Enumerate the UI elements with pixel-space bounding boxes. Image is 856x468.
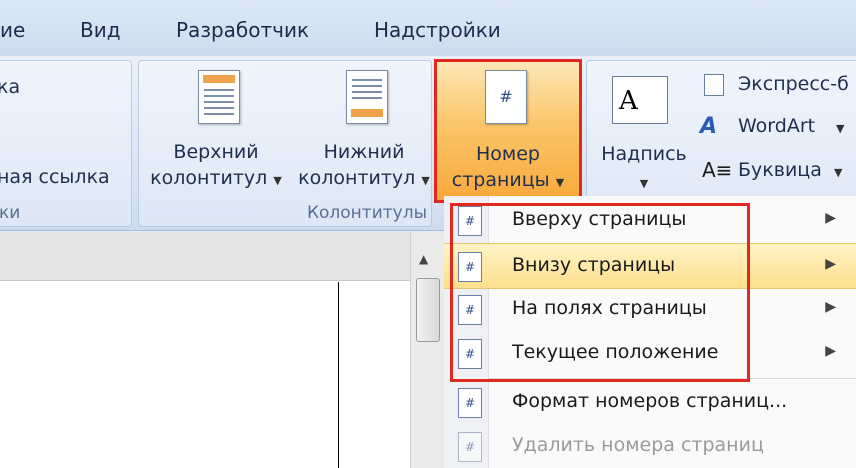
header-label-2-wrap: колонтитул ▼: [150, 166, 282, 193]
chevron-down-icon: ▼: [421, 174, 430, 187]
submenu-arrow-icon: ▶: [825, 343, 836, 359]
chevron-down-icon: ▼: [273, 174, 282, 187]
footer-label-1: Нижний: [323, 141, 405, 163]
submenu-arrow-icon: ▶: [825, 299, 836, 315]
chevron-down-icon: ▼: [836, 122, 845, 135]
wordart-label: WordArt: [738, 115, 816, 137]
quick-parts-button[interactable]: Экспресс-б: [704, 72, 856, 98]
cross-reference-button[interactable]: ная ссылка: [0, 165, 110, 189]
format-numbers-icon: #: [458, 388, 482, 418]
tab-insert[interactable]: ие: [0, 18, 25, 42]
tab-developer[interactable]: Разработчик: [176, 18, 309, 42]
ribbon-tab-strip: ие Вид Разработчик Надстройки: [0, 0, 856, 56]
footer-label-2-wrap: колонтитул ▼: [296, 166, 432, 193]
footer-icon: [346, 70, 388, 124]
textbox-icon: A: [612, 76, 668, 124]
page-number-icon: #: [485, 70, 527, 124]
chevron-down-icon: ▼: [555, 176, 565, 189]
textbox-button[interactable]: A Надпись ▼: [594, 66, 694, 194]
dropcap-button[interactable]: A≡ Буквица ▼: [702, 158, 856, 186]
highlight-frame: [450, 203, 750, 382]
scroll-thumb[interactable]: [416, 278, 440, 342]
footer-label-2: колонтитул: [298, 167, 416, 189]
wordart-icon: A: [700, 114, 718, 139]
document-page[interactable]: [0, 282, 339, 468]
menu-item-remove-page-numbers: # Удалить номера страниц: [444, 424, 856, 468]
page-number-label-1: Номер: [476, 143, 540, 165]
chevron-down-icon: ▼: [639, 177, 649, 190]
quick-parts-label: Экспресс-б: [738, 73, 849, 95]
links-group-label: ки: [0, 203, 21, 223]
quick-parts-icon: [704, 74, 724, 96]
menu-item-label: Удалить номера страниц: [512, 434, 764, 456]
headers-footers-group-label: Колонтитулы: [306, 203, 427, 223]
vertical-scrollbar[interactable]: ▲: [410, 232, 445, 468]
menu-item-format-page-numbers[interactable]: # Формат номеров страниц...: [444, 380, 856, 424]
submenu-arrow-icon: ▶: [825, 256, 836, 272]
dropcap-label: Буквица: [738, 159, 822, 181]
submenu-arrow-icon: ▶: [825, 210, 836, 226]
links-group: ка ная ссылка ки: [0, 60, 132, 227]
header-button[interactable]: Верхний колонтитул ▼: [150, 66, 282, 194]
ruler-area: [0, 232, 410, 281]
chevron-down-icon: ▼: [834, 166, 843, 179]
header-icon: [198, 70, 240, 124]
links-line1: ка: [0, 76, 21, 98]
page-number-label-2: страницы: [451, 169, 550, 191]
textbox-label: Надпись: [601, 143, 687, 165]
scroll-up-icon[interactable]: ▲: [419, 252, 428, 266]
header-label-2: колонтитул: [150, 167, 268, 189]
page-number-label-2-wrap: страницы ▼: [437, 168, 579, 195]
footer-button[interactable]: Нижний колонтитул ▼: [296, 66, 432, 194]
header-label-1: Верхний: [173, 141, 259, 163]
remove-numbers-icon: #: [458, 432, 482, 462]
tab-addins[interactable]: Надстройки: [374, 18, 501, 42]
page-number-button[interactable]: # Номер страницы ▼: [434, 59, 582, 203]
dropcap-icon: A≡: [702, 158, 733, 182]
wordart-button[interactable]: A WordArt ▼: [700, 114, 856, 142]
tab-view[interactable]: Вид: [80, 18, 121, 42]
menu-item-label: Формат номеров страниц...: [512, 390, 788, 412]
